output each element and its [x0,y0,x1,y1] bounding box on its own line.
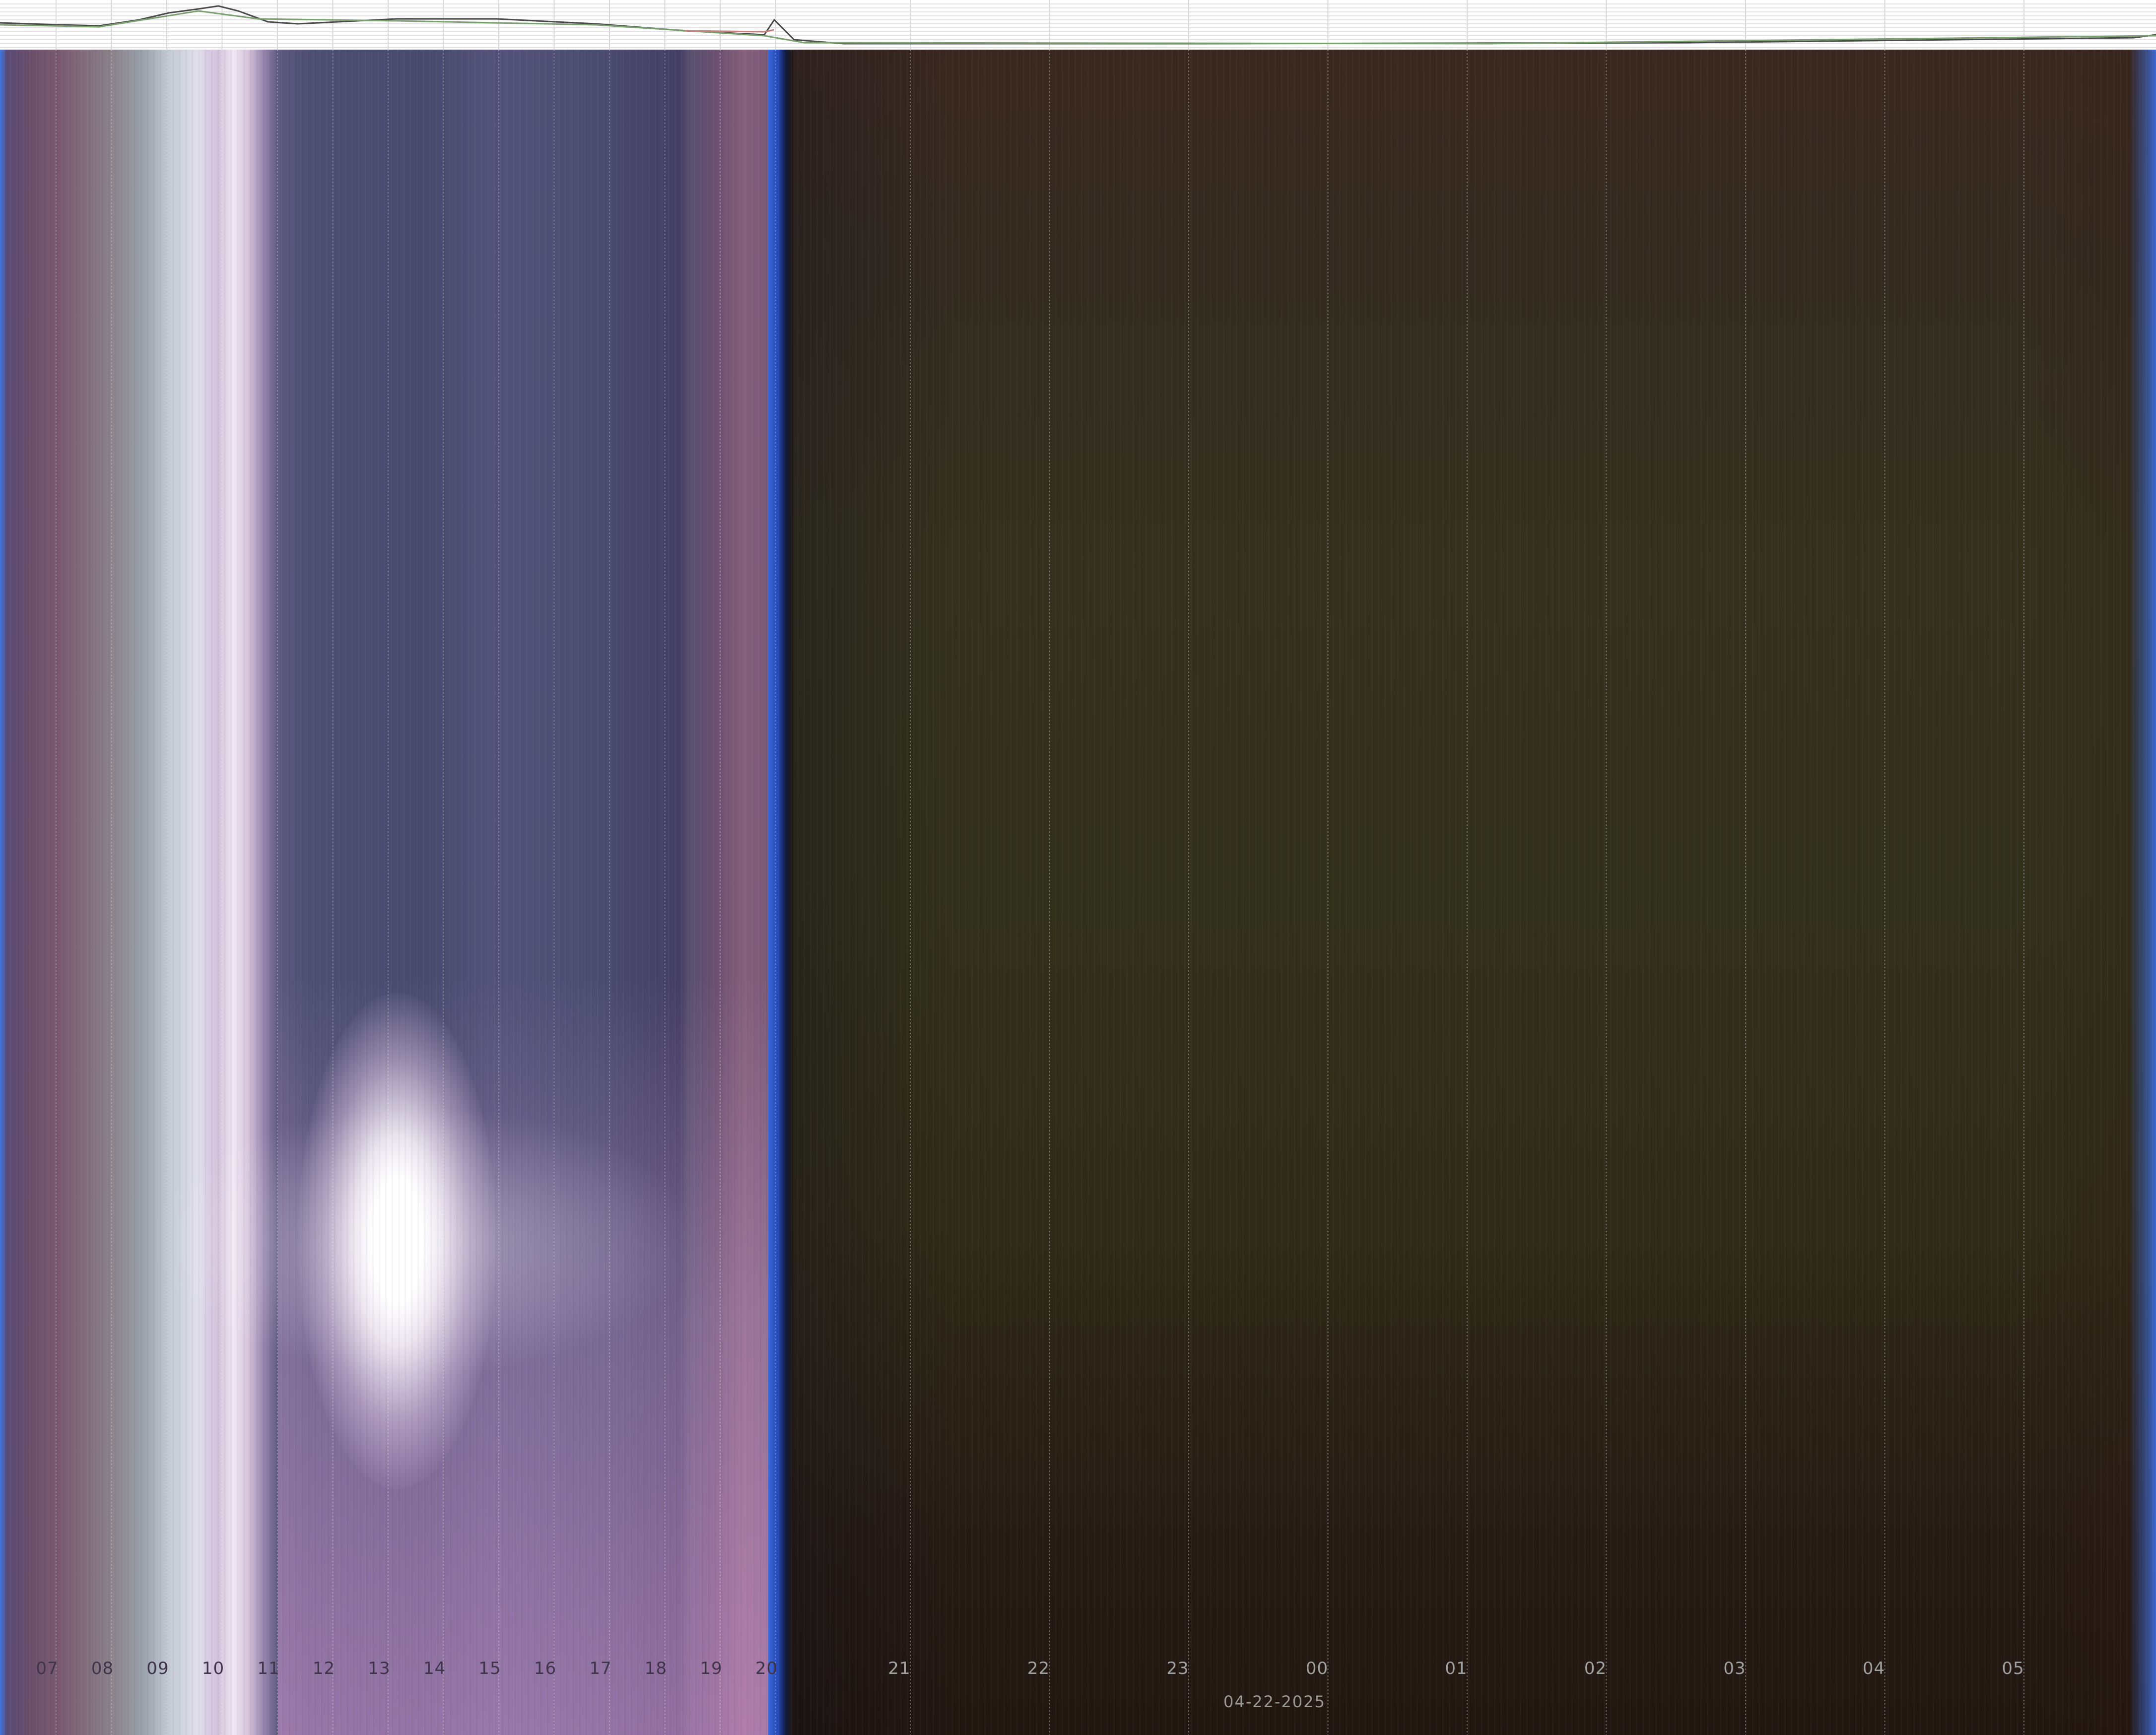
hour-tick-label: 14 [423,1659,446,1678]
hour-tick-label: 02 [1584,1659,1607,1678]
hour-tick-label: 20 [755,1659,778,1678]
hour-tick-label: 05 [2002,1659,2024,1678]
hour-tick-label: 10 [202,1659,225,1678]
hour-tick-label: 16 [534,1659,557,1678]
hour-tick-label: 09 [146,1659,169,1678]
hour-tick-label: 15 [478,1659,501,1678]
hour-tick-label: 03 [1723,1659,1746,1678]
hour-tick-label: 23 [1166,1659,1189,1678]
hour-tick-label: 22 [1027,1659,1050,1678]
hour-tick-label: 18 [644,1659,668,1678]
hour-tick-label: 04 [1862,1659,1886,1678]
hour-tick-label: 19 [700,1659,723,1678]
hour-tick-label: 07 [36,1659,59,1678]
hour-tick-label: 11 [257,1659,280,1678]
date-label: 04-22-2025 [1223,1692,1326,1711]
hour-tick-label: 01 [1445,1659,1468,1678]
hour-axis: 07 08 09 10 11 12 13 14 15 16 17 18 19 20 21 22 23 00 01 02… [0,0,2156,1735]
hour-tick-label: 12 [312,1659,336,1678]
hour-tick-label: 21 [888,1659,911,1678]
hour-tick-label: 13 [368,1659,391,1678]
hour-tick-label: 00 [1305,1659,1329,1678]
hour-tick-label: 17 [589,1659,612,1678]
keogram-page: 07 08 09 10 11 12 13 14 15 16 17 18 19 20 21 22 23 00 01 02… [0,0,2156,1735]
hour-tick-label: 08 [91,1659,114,1678]
